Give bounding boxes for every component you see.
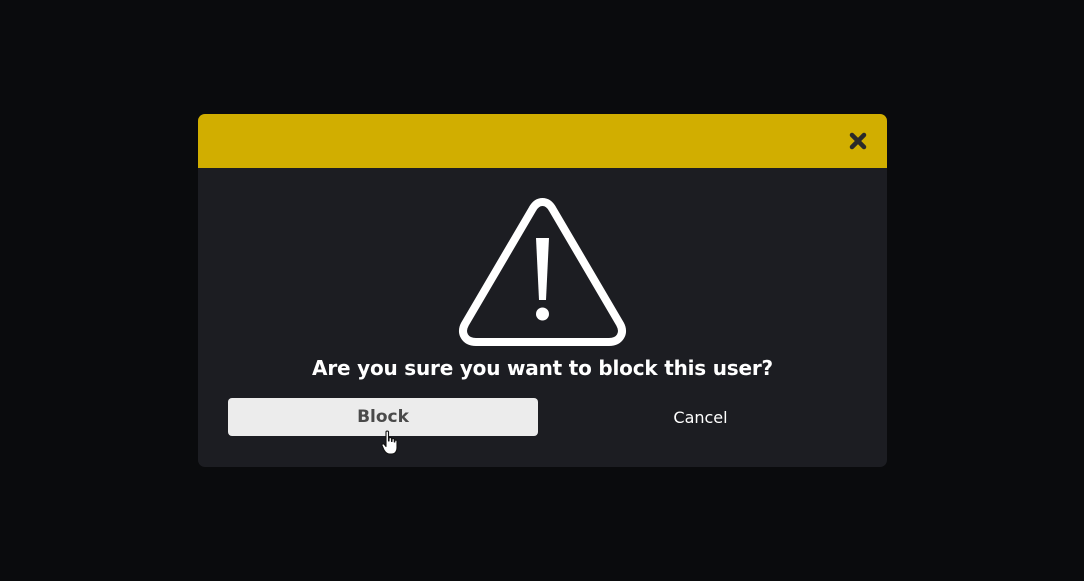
confirmation-message: Are you sure you want to block this user…	[312, 356, 773, 380]
hand-pointer-icon	[381, 430, 398, 455]
cancel-button[interactable]: Cancel	[546, 398, 855, 436]
warning-icon	[459, 198, 626, 346]
close-icon	[849, 132, 867, 150]
block-user-dialog: Are you sure you want to block this user…	[198, 114, 887, 467]
dialog-header	[198, 114, 887, 168]
close-button[interactable]	[843, 126, 873, 156]
